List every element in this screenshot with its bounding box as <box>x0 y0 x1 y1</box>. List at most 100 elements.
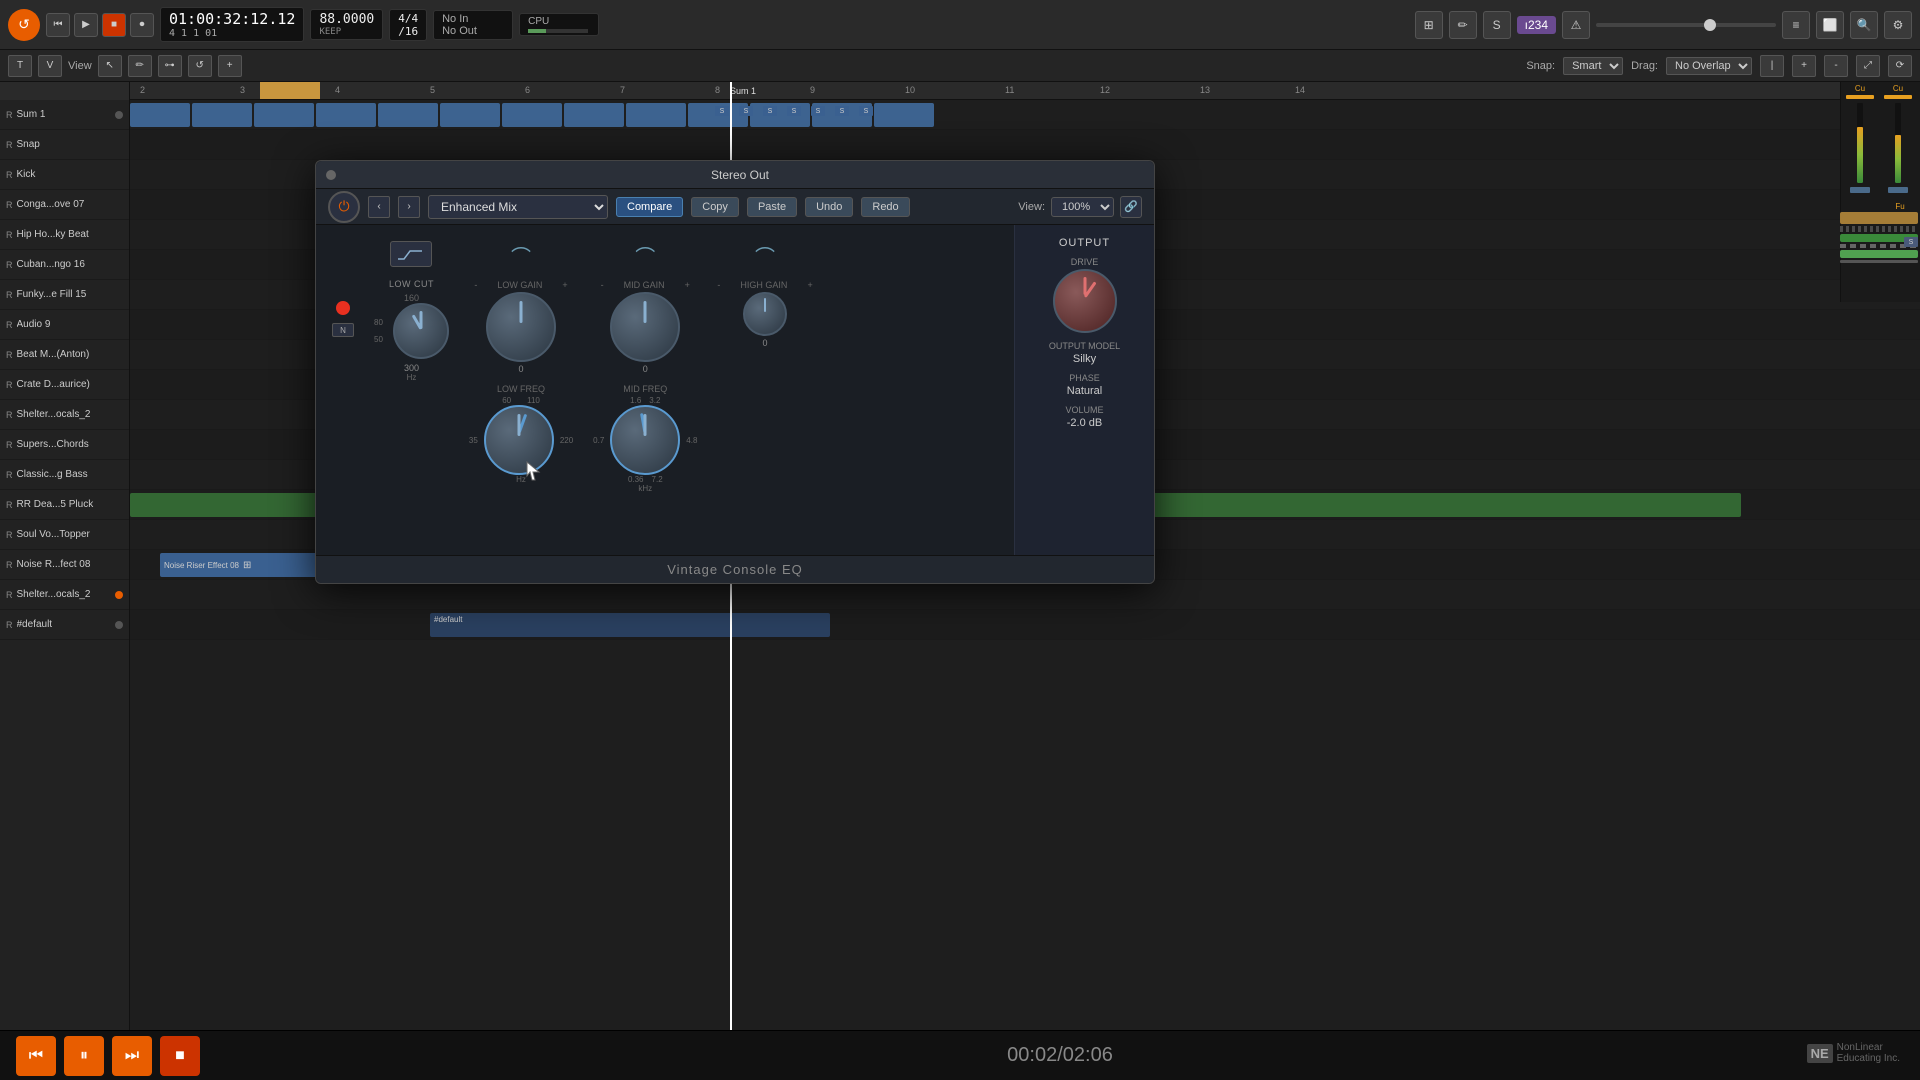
track-item[interactable]: R Beat M...(Anton) <box>0 340 129 370</box>
s-btn-right-inner[interactable]: S <box>1904 237 1918 247</box>
track-view-btn[interactable]: T <box>8 55 32 77</box>
clip[interactable] <box>378 103 438 127</box>
link-icon[interactable]: 🔗 <box>1120 196 1142 218</box>
settings-icon[interactable]: ⚙ <box>1884 11 1912 39</box>
skip-forward-button[interactable]: ⏭ <box>112 1036 152 1076</box>
fader-thumb[interactable] <box>1850 187 1870 193</box>
track-item[interactable]: R Cuban...ngo 16 <box>0 250 129 280</box>
redo-button[interactable]: Redo <box>861 197 909 217</box>
pencil-icon[interactable]: ✏ <box>1449 11 1477 39</box>
s-button[interactable]: S <box>835 106 849 116</box>
snap-select[interactable]: Smart <box>1563 57 1623 75</box>
track-item[interactable]: R Classic...g Bass <box>0 460 129 490</box>
track-item-default[interactable]: R #default <box>0 610 129 640</box>
clip[interactable] <box>254 103 314 127</box>
paste-button[interactable]: Paste <box>747 197 797 217</box>
clip[interactable] <box>192 103 252 127</box>
track-item[interactable]: R Shelter...ocals_2 <box>0 580 129 610</box>
low-freq-knob[interactable] <box>484 405 554 475</box>
zoom-in-icon[interactable]: + <box>1792 55 1816 77</box>
default-clip[interactable]: #default <box>430 613 830 637</box>
power-button[interactable]: ⏻ <box>328 191 360 223</box>
search-icon[interactable]: 🔍 <box>1850 11 1878 39</box>
drive-knob[interactable] <box>1053 269 1117 333</box>
skip-back-button[interactable]: ⏮ <box>16 1036 56 1076</box>
ruler-icon[interactable]: | <box>1760 55 1784 77</box>
track-item[interactable]: R Sum 1 <box>0 100 129 130</box>
track-item[interactable]: R Kick <box>0 160 129 190</box>
alert-icon[interactable]: ⚠ <box>1562 11 1590 39</box>
fader-thumb2[interactable] <box>1888 187 1908 193</box>
s-button[interactable]: S <box>787 106 801 116</box>
s-btn-right[interactable]: S <box>1904 237 1918 247</box>
undo-button[interactable]: Undo <box>805 197 853 217</box>
window-close-button[interactable] <box>326 170 336 180</box>
track-item[interactable]: R Audio 9 <box>0 310 129 340</box>
rewind-button[interactable]: ⏮ <box>46 13 70 37</box>
preset-select[interactable]: Enhanced Mix <box>428 195 608 219</box>
add-icon[interactable]: + <box>218 55 242 77</box>
master-slider[interactable] <box>1596 23 1776 27</box>
s-icon[interactable]: S <box>1483 11 1511 39</box>
filter-shape-button[interactable] <box>390 241 432 267</box>
track-item[interactable]: R Funky...e Fill 15 <box>0 280 129 310</box>
high-gain-knob[interactable] <box>743 292 787 336</box>
preset-next-button[interactable]: › <box>398 196 420 218</box>
loop-tool[interactable]: ↺ <box>188 55 212 77</box>
view-select[interactable]: 100% <box>1051 197 1114 217</box>
track-item[interactable]: R Shelter...ocals_2 <box>0 400 129 430</box>
low-gain-knob[interactable] <box>486 292 556 362</box>
plugin-id-badge[interactable]: ı234 <box>1517 16 1556 34</box>
track-item[interactable]: R Hip Ho...ky Beat <box>0 220 129 250</box>
input-red-dot[interactable] <box>336 301 350 315</box>
track-item[interactable]: R Snap <box>0 130 129 160</box>
copy-button[interactable]: Copy <box>691 197 739 217</box>
compare-button[interactable]: Compare <box>616 197 683 217</box>
clip[interactable] <box>874 103 934 127</box>
s-button[interactable]: S <box>739 106 753 116</box>
master-slider-thumb[interactable] <box>1704 19 1716 31</box>
track-item[interactable]: R Conga...ove 07 <box>0 190 129 220</box>
track-item[interactable]: R Supers...Chords <box>0 430 129 460</box>
s-button[interactable]: S <box>859 106 873 116</box>
mid-freq-knob[interactable] <box>610 405 680 475</box>
windows-icon[interactable]: ⬜ <box>1816 11 1844 39</box>
clip[interactable] <box>316 103 376 127</box>
track-item[interactable]: R Crate D...aurice) <box>0 370 129 400</box>
track-item[interactable]: R RR Dea...5 Pluck <box>0 490 129 520</box>
clip[interactable] <box>502 103 562 127</box>
ch-color-bar2 <box>1884 95 1912 99</box>
zoom-out-icon[interactable]: - <box>1824 55 1848 77</box>
pencil-tool[interactable]: ✏ <box>128 55 152 77</box>
stop-button[interactable]: ■ <box>102 13 126 37</box>
view-toggle-btn[interactable]: V <box>38 55 62 77</box>
undo-button[interactable]: ↺ <box>8 9 40 41</box>
clip[interactable] <box>626 103 686 127</box>
mid-gain-knob[interactable] <box>610 292 680 362</box>
record-button[interactable]: ⏺ <box>130 13 154 37</box>
loop-icon[interactable]: ⟳ <box>1888 55 1912 77</box>
track-item[interactable]: R Soul Vo...Topper <box>0 520 129 550</box>
grid-icon[interactable]: ⊞ <box>1415 11 1443 39</box>
pointer-tool[interactable]: ↖ <box>98 55 122 77</box>
range-tool[interactable]: ⊶ <box>158 55 182 77</box>
mid-band-icon[interactable]: ⌒ <box>635 241 655 270</box>
clip[interactable] <box>130 103 190 127</box>
low-cut-knob[interactable] <box>393 303 449 359</box>
track-item-noise[interactable]: R Noise R...fect 08 <box>0 550 129 580</box>
preset-prev-button[interactable]: ‹ <box>368 196 390 218</box>
tempo-display[interactable]: 88.0000 KEEP <box>310 9 383 40</box>
play-button[interactable]: ▶ <box>74 13 98 37</box>
clip[interactable] <box>564 103 624 127</box>
drag-select[interactable]: No Overlap <box>1666 57 1752 75</box>
s-button[interactable]: S <box>763 106 777 116</box>
s-button[interactable]: S <box>715 106 729 116</box>
high-band-icon[interactable]: ⌒ <box>755 241 775 270</box>
fit-icon[interactable]: ⤢ <box>1856 55 1880 77</box>
list-icon[interactable]: ≡ <box>1782 11 1810 39</box>
clip[interactable] <box>440 103 500 127</box>
stop-square-button[interactable]: ■ <box>160 1036 200 1076</box>
s-button[interactable]: S <box>811 106 825 116</box>
pause-button[interactable]: ⏸ <box>64 1036 104 1076</box>
low-band-icon[interactable]: ⌒ <box>511 241 531 270</box>
